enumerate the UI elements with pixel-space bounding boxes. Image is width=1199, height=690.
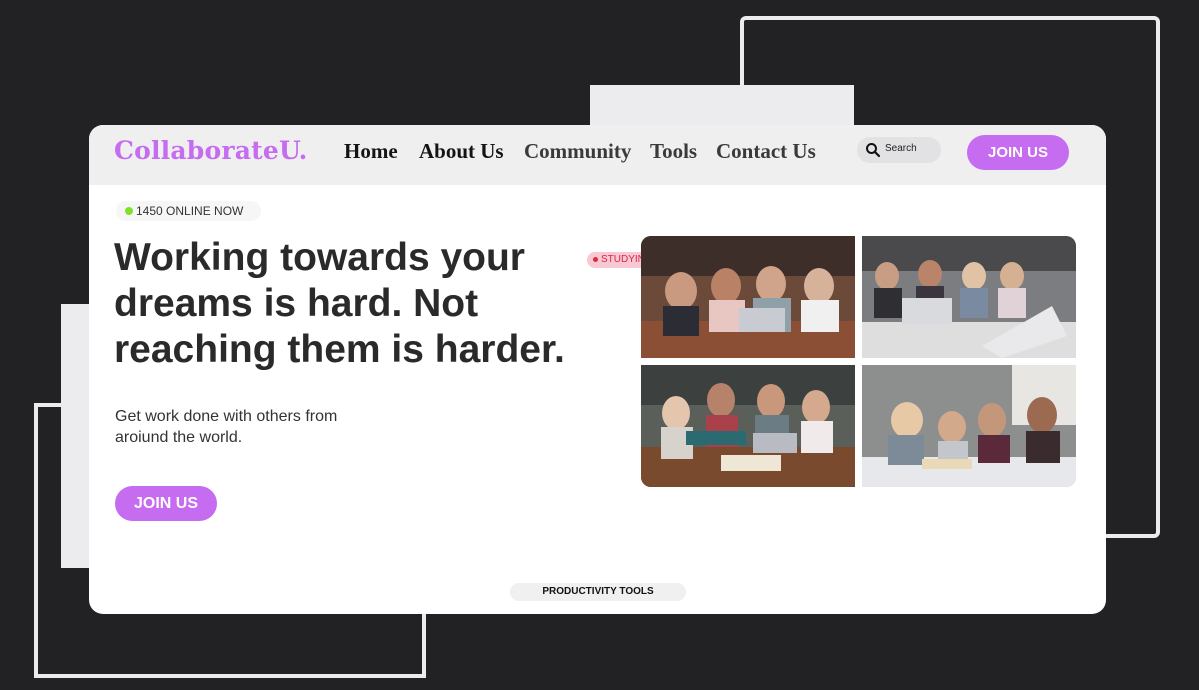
- nav-link-tools[interactable]: Tools: [650, 139, 697, 164]
- online-status-dot: [125, 207, 133, 215]
- search-placeholder: Search: [885, 143, 917, 154]
- search-icon: [865, 142, 881, 158]
- photo-group-reading-icon: [862, 365, 1076, 487]
- brand-logo[interactable]: CollaborateU.: [114, 136, 308, 165]
- search-input[interactable]: Search: [857, 137, 941, 163]
- live-dot-icon: [593, 257, 598, 262]
- online-count-text: 1450 ONLINE NOW: [136, 204, 244, 218]
- productivity-tools-tag: PRODUCTIVITY TOOLS: [510, 583, 686, 601]
- photo-group-studying-icon: [641, 236, 855, 358]
- landing-card: CollaborateU. Home About Us Community To…: [89, 125, 1106, 614]
- navbar: CollaborateU. Home About Us Community To…: [89, 125, 1106, 185]
- photo-group-books-icon: [641, 365, 855, 487]
- hero-headline: Working towards your dreams is hard. Not…: [114, 236, 565, 371]
- online-count-badge: 1450 ONLINE NOW: [116, 201, 261, 221]
- nav-link-about-us[interactable]: About Us: [419, 139, 504, 164]
- photo-group-laptop-icon: [862, 236, 1076, 358]
- nav-link-home[interactable]: Home: [344, 139, 398, 164]
- hero-subtext: Get work done with others from aroiund t…: [115, 408, 338, 446]
- nav-link-contact-us[interactable]: Contact Us: [716, 139, 816, 164]
- join-us-hero-button[interactable]: JOIN US: [115, 486, 217, 521]
- join-us-nav-button[interactable]: JOIN US: [967, 135, 1069, 170]
- nav-link-community[interactable]: Community: [524, 139, 631, 164]
